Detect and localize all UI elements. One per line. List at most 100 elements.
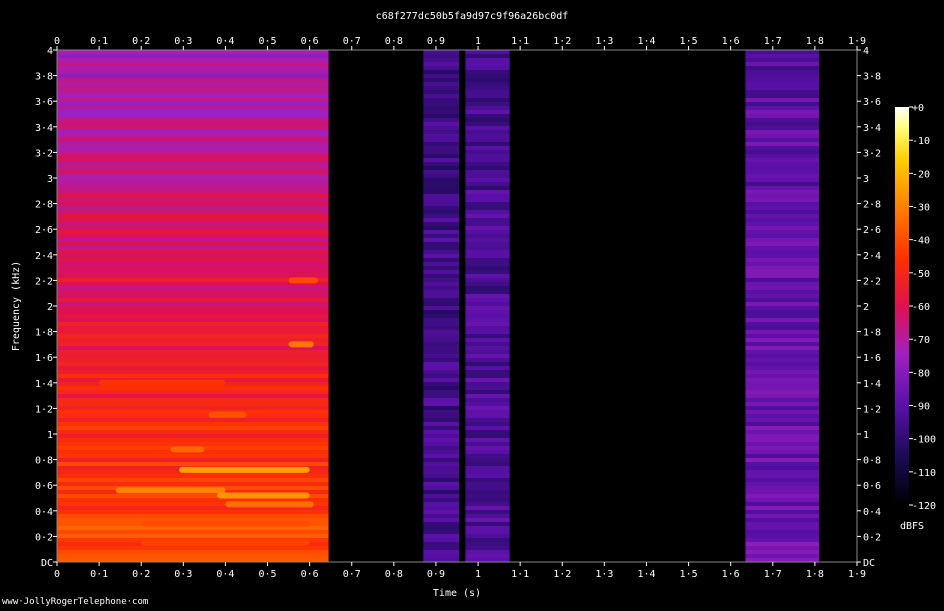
heatmap-cell-segment-0 [57, 514, 329, 518]
heatmap-cell-segment-2 [465, 178, 510, 182]
heatmap-cell-segment-3 [745, 250, 820, 254]
heatmap-cell-segment-0 [57, 306, 329, 310]
heatmap-cell-segment-1 [423, 470, 460, 474]
heatmap-cell-segment-3 [745, 138, 820, 142]
x-tick-top-label: 0·1 [90, 36, 108, 47]
heatmap-cell-segment-2 [465, 270, 510, 274]
x-tick-bottom-label: 1·4 [637, 569, 655, 580]
heatmap-cell-segment-3 [745, 502, 820, 506]
heatmap-cell-segment-0 [57, 158, 329, 162]
heatmap-cell-segment-2 [465, 238, 510, 242]
heatmap-cell-segment-3 [745, 54, 820, 58]
heatmap-cell-segment-1 [423, 370, 460, 374]
heatmap-cell-segment-2 [465, 62, 510, 66]
heatmap-cell-segment-3 [745, 506, 820, 510]
heatmap-cell-segment-0 [57, 342, 329, 346]
heatmap-cell-segment-3 [745, 214, 820, 218]
heatmap-cell-segment-0 [57, 230, 329, 234]
heatmap-cell-segment-2 [465, 170, 510, 174]
heatmap-cell-segment-3 [745, 350, 820, 354]
heatmap-cell-segment-3 [745, 458, 820, 462]
heatmap-cell-segment-2 [465, 282, 510, 286]
heatmap-cell-segment-2 [465, 90, 510, 94]
colorbar-tick-label: -40 [912, 236, 930, 247]
heatmap-cell-segment-1 [423, 442, 460, 446]
heatmap-cell-segment-2 [465, 314, 510, 318]
heatmap-cell-segment-0 [57, 358, 329, 362]
y-tick-left-label: 1·4 [35, 379, 53, 390]
heatmap-cell-segment-1 [423, 66, 460, 70]
heatmap-cell-segment-2 [465, 154, 510, 158]
heatmap-cell-segment-0 [57, 82, 329, 86]
heatmap-cell-segment-3 [745, 142, 820, 146]
heatmap-cell-segment-3 [745, 362, 820, 366]
heatmap-cell-segment-1 [423, 82, 460, 86]
y-tick-right-label: 2 [863, 302, 869, 313]
heatmap-cell-segment-2 [465, 106, 510, 110]
heatmap-cell-segment-0 [57, 326, 329, 330]
heatmap-cell-segment-1 [423, 126, 460, 130]
heatmap-cell-segment-3 [745, 154, 820, 158]
heatmap-cell-segment-2 [465, 530, 510, 534]
heatmap-cell-segment-3 [745, 346, 820, 350]
heatmap-cell-segment-1 [423, 394, 460, 398]
x-tick-bottom-label: 0·2 [132, 569, 150, 580]
heatmap-cell-segment-1 [423, 374, 460, 378]
heatmap-cell-segment-2 [465, 254, 510, 258]
x-tick-bottom-label: 1·3 [595, 569, 613, 580]
heatmap-cell-segment-2 [465, 86, 510, 90]
y-tick-left-label: 2·4 [35, 251, 53, 262]
heatmap-cell-segment-1 [423, 266, 460, 270]
heatmap-cell-segment-2 [465, 246, 510, 250]
x-tick-bottom-label: 0·1 [90, 569, 108, 580]
heatmap-cell-segment-2 [465, 534, 510, 538]
heatmap-cell-segment-2 [465, 266, 510, 270]
y-tick-left-label: 3·4 [35, 123, 53, 134]
heatmap-cell-segment-0 [57, 278, 329, 282]
heatmap-cell-segment-2 [465, 482, 510, 486]
heatmap-cell-segment-1 [423, 318, 460, 322]
heatmap-cell-segment-2 [465, 298, 510, 302]
x-tick-top-label: 0·5 [258, 36, 276, 47]
heatmap-cell-segment-1 [423, 426, 460, 430]
heatmap-cell-segment-3 [745, 466, 820, 470]
heatmap-cell-segment-2 [465, 494, 510, 498]
y-tick-right-label: 1·4 [863, 379, 881, 390]
heatmap-cell-segment-3 [745, 478, 820, 482]
heatmap-cell-segment-2 [465, 206, 510, 210]
heatmap-cell-segment-3 [745, 378, 820, 382]
heatmap-cell-segment-3 [745, 90, 820, 94]
heatmap-cell-segment-2 [465, 446, 510, 450]
heatmap-cell-segment-1 [423, 238, 460, 242]
heatmap-cell-segment-1 [423, 422, 460, 426]
heatmap-cell-segment-3 [745, 114, 820, 118]
heatmap-cell-segment-0 [57, 298, 329, 302]
heatmap-cell-segment-3 [745, 274, 820, 278]
heatmap-cell-segment-3 [745, 530, 820, 534]
heatmap-cell-segment-3 [745, 474, 820, 478]
heatmap-cell-segment-3 [745, 186, 820, 190]
heatmap-cell-segment-3 [745, 494, 820, 498]
colorbar-tick-label: -50 [912, 269, 930, 280]
heatmap-cell-segment-1 [423, 294, 460, 298]
heatmap-cell-segment-1 [423, 282, 460, 286]
heatmap-cell-segment-2 [465, 318, 510, 322]
heatmap-cell-segment-2 [465, 346, 510, 350]
colorbar [895, 107, 909, 505]
heatmap-cell-segment-1 [423, 166, 460, 170]
heatmap-cell-segment-3 [745, 106, 820, 110]
colorbar-tick-label: -60 [912, 302, 930, 313]
heatmap-cell-segment-1 [423, 86, 460, 90]
heatmap-cell-segment-0 [57, 134, 329, 138]
heatmap-cell-segment-3 [745, 238, 820, 242]
heatmap-cell-segment-3 [745, 354, 820, 358]
heatmap-cell-segment-2 [465, 490, 510, 494]
y-axis-left: DC 0·2 0·4 0·6 0·8 1 1·2 1·4 1·6 1·8 2 2·2 2·4 2·6 2·8… [35, 46, 57, 569]
heatmap-cell-segment-3 [745, 110, 820, 114]
heatmap-cell-segment-1 [423, 518, 460, 522]
heatmap-cell-segment-2 [465, 454, 510, 458]
heatmap-cell-segment-0 [57, 442, 329, 446]
heatmap-hotspot [141, 520, 310, 527]
heatmap-cell-segment-1 [423, 74, 460, 78]
heatmap-cell-segment-3 [745, 418, 820, 422]
